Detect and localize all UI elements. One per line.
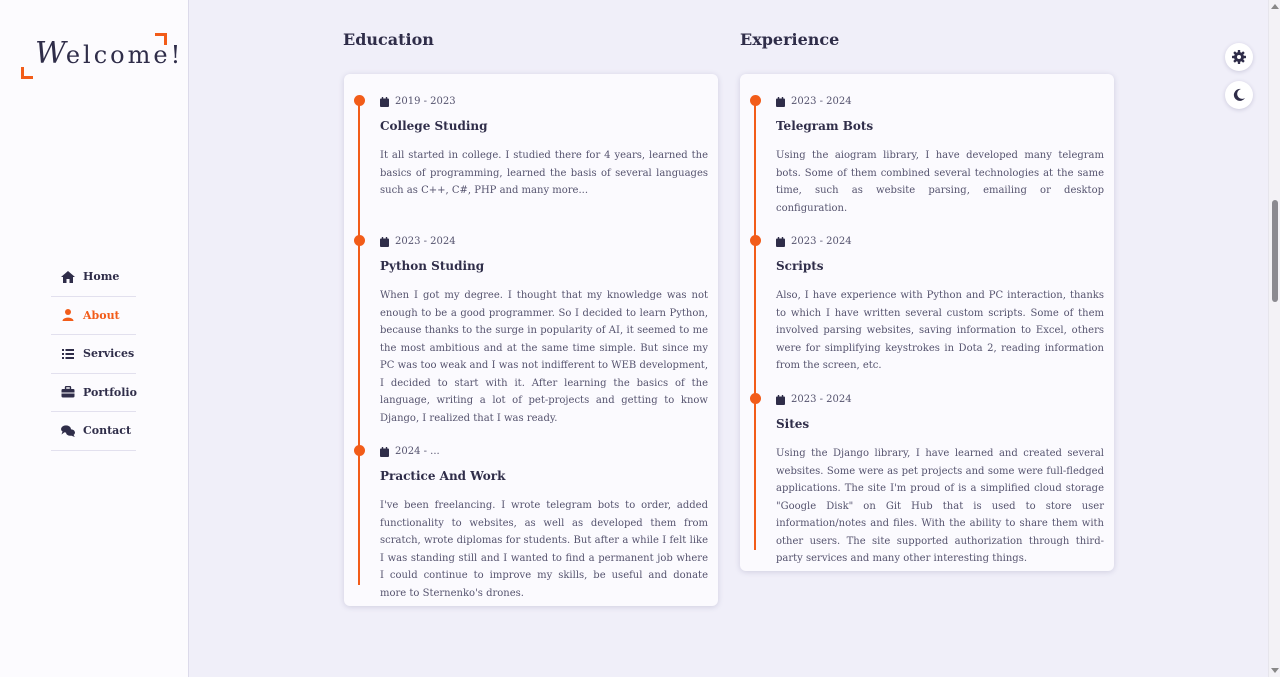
entry-description: I've been freelancing. I wrote telegram …	[380, 500, 708, 599]
scroll-down-arrow-icon[interactable]	[1271, 668, 1279, 673]
experience-card: 2023 - 2024 Telegram Bots Using the aiog…	[740, 74, 1114, 571]
timeline-dot	[354, 95, 365, 106]
logo-text: Welcome!	[35, 36, 184, 71]
entry-date: 2023 - 2024	[776, 394, 852, 405]
entry-title: Practice And Work	[380, 469, 506, 483]
education-timeline-line	[358, 100, 360, 585]
nav-label-portfolio: Portfolio	[83, 385, 137, 399]
nav-label-services: Services	[83, 347, 135, 361]
settings-button[interactable]	[1225, 43, 1253, 71]
timeline-dot	[750, 95, 761, 106]
calendar-icon	[776, 394, 785, 405]
entry-date: 2019 - 2023	[380, 96, 456, 107]
scroll-thumb[interactable]	[1272, 200, 1278, 302]
gear-icon	[1232, 50, 1246, 64]
entry-description: Also, I have experience with Python and …	[776, 290, 1104, 371]
calendar-icon	[776, 96, 785, 107]
sidebar: Welcome! Home About Services Portfolio C…	[0, 0, 189, 677]
calendar-icon	[776, 236, 785, 247]
calendar-icon	[380, 96, 389, 107]
comments-icon	[61, 425, 75, 437]
education-heading: Education	[343, 30, 434, 49]
entry-title: College Studing	[380, 119, 488, 133]
nav-item-portfolio[interactable]: Portfolio	[51, 374, 137, 412]
timeline-dot	[354, 235, 365, 246]
timeline-dot	[750, 235, 761, 246]
entry-description: It all started in college. I studied the…	[380, 150, 708, 196]
calendar-icon	[380, 446, 389, 457]
entry-date: 2024 - ...	[380, 446, 440, 457]
experience-timeline-line	[754, 100, 756, 550]
nav-label-contact: Contact	[83, 424, 132, 438]
entry-title: Telegram Bots	[776, 119, 874, 133]
entry-date: 2023 - 2024	[776, 96, 852, 107]
scroll-up-arrow-icon[interactable]	[1271, 4, 1279, 9]
briefcase-icon	[61, 386, 75, 398]
user-icon	[62, 309, 74, 322]
nav-label-about: About	[83, 308, 120, 322]
entry-description: Using the Django library, I have learned…	[776, 448, 1104, 564]
entry-title: Scripts	[776, 259, 824, 273]
entry-description: When I got my degree. I thought that my …	[380, 290, 708, 424]
main-nav: Home About Services Portfolio Contact	[51, 258, 137, 451]
timeline-dot	[750, 393, 761, 404]
nav-item-about[interactable]: About	[51, 297, 136, 335]
home-icon	[61, 270, 75, 283]
calendar-icon	[380, 236, 389, 247]
entry-title: Python Studing	[380, 259, 485, 273]
education-card: 2019 - 2023 College Studing It all start…	[344, 74, 718, 606]
theme-toggle-button[interactable]	[1225, 81, 1253, 109]
nav-item-contact[interactable]: Contact	[51, 412, 136, 451]
experience-heading: Experience	[740, 30, 840, 49]
entry-date: 2023 - 2024	[380, 236, 456, 247]
logo[interactable]: Welcome!	[21, 33, 180, 79]
moon-icon	[1233, 88, 1245, 101]
entry-title: Sites	[776, 417, 810, 431]
nav-item-services[interactable]: Services	[51, 335, 136, 374]
page-scrollbar[interactable]	[1268, 0, 1280, 677]
nav-item-home[interactable]: Home	[51, 258, 136, 297]
timeline-dot	[354, 445, 365, 456]
list-icon	[62, 348, 74, 359]
entry-description: Using the aiogram library, I have develo…	[776, 150, 1104, 214]
entry-date: 2023 - 2024	[776, 236, 852, 247]
nav-label-home: Home	[83, 270, 120, 284]
logo-corner-bottom-left	[21, 67, 33, 79]
